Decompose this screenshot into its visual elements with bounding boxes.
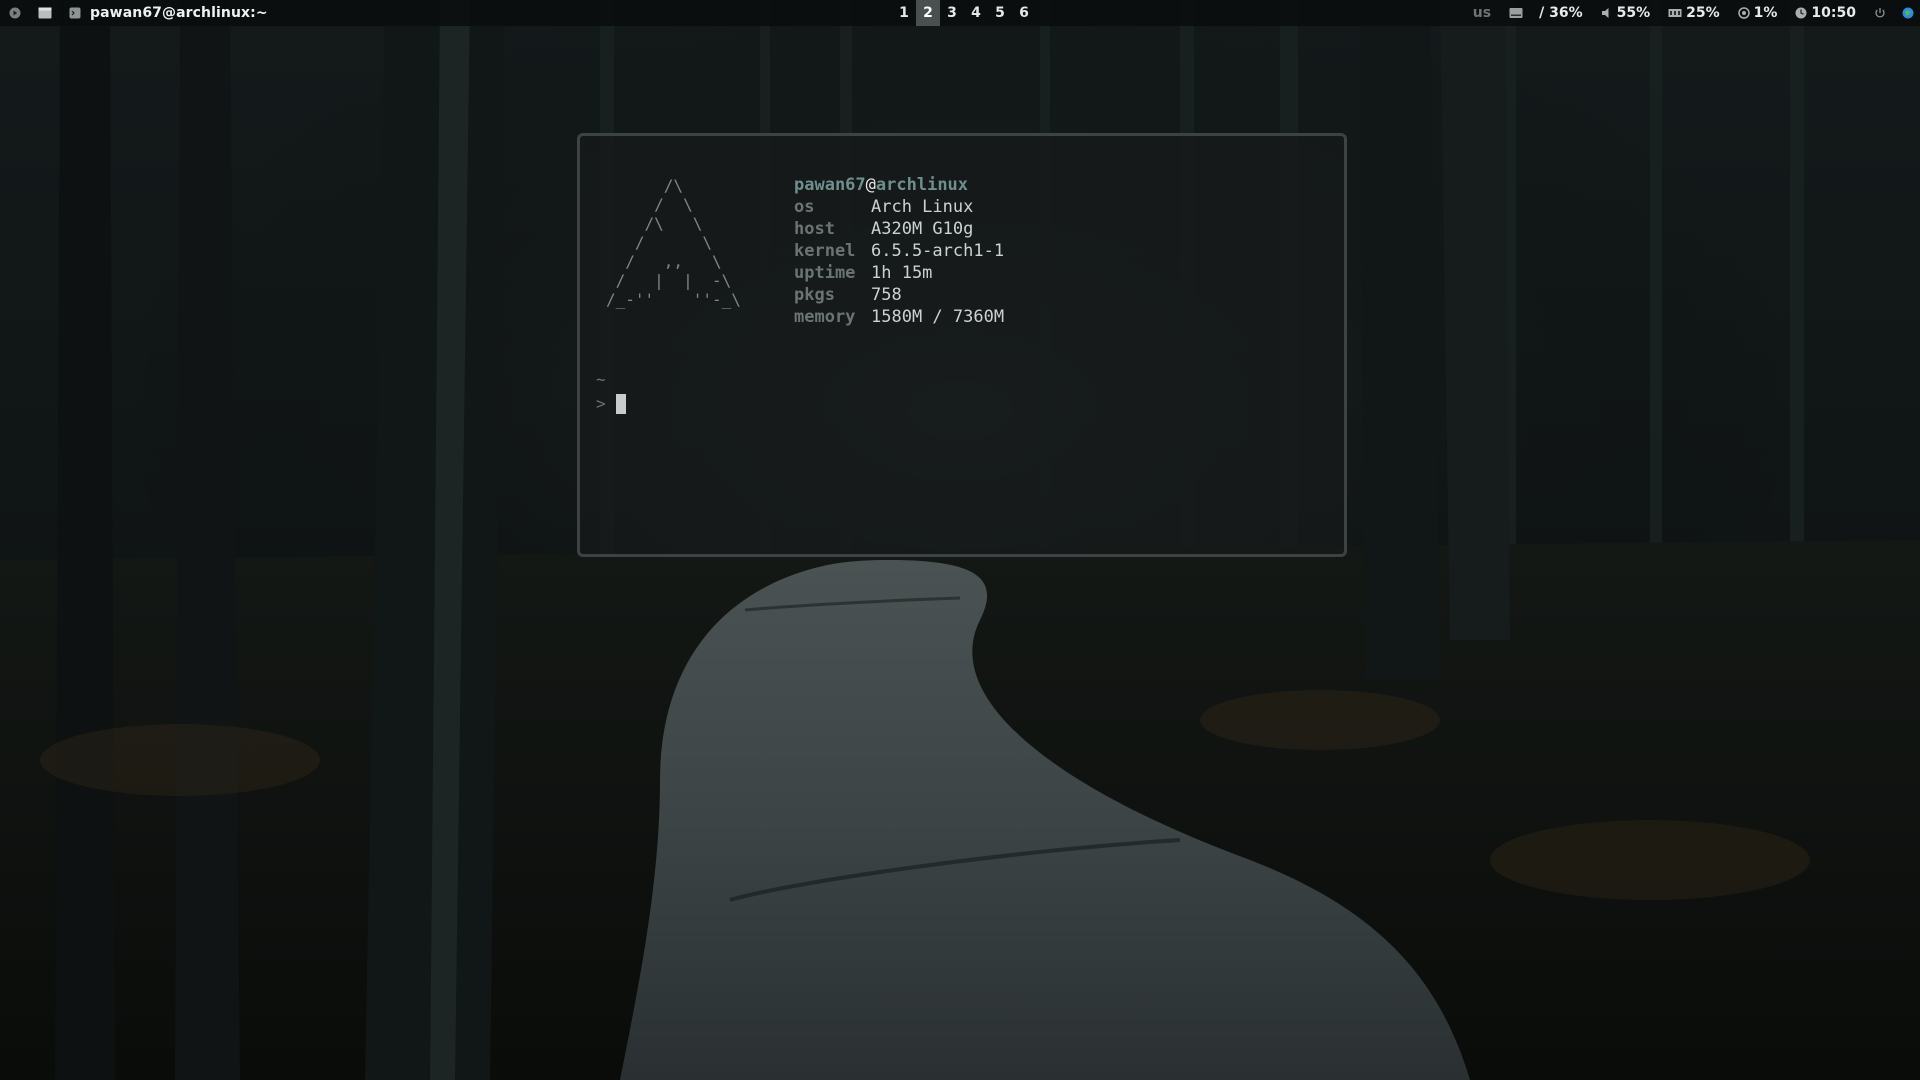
info-value: 1h 15m <box>871 263 933 283</box>
drive-icon <box>1509 7 1523 19</box>
keyboard-layout[interactable]: us <box>1473 5 1491 21</box>
workspace-5[interactable]: 5 <box>988 0 1012 26</box>
disk-module[interactable]: / 36% <box>1509 5 1583 21</box>
text-cursor <box>615 394 626 414</box>
workspace-2-active[interactable]: 2 <box>916 0 940 26</box>
terminal-window[interactable]: /\ / \ /\ \ / \ / ,, \ / | | -\ /_-'' ''… <box>577 133 1347 557</box>
prompt-symbol: > <box>596 394 606 413</box>
hostname: archlinux <box>875 175 969 195</box>
cpu-usage: 1% <box>1753 5 1778 21</box>
workspace-1[interactable]: 1 <box>892 0 916 26</box>
info-key: uptime <box>794 263 856 283</box>
info-value: A320M G10g <box>871 219 974 239</box>
power-icon <box>1874 7 1886 19</box>
workspace-4[interactable]: 4 <box>964 0 988 26</box>
info-value: 6.5.5-arch1-1 <box>871 241 1005 261</box>
clock-icon <box>1795 7 1807 19</box>
at-sign: @ <box>865 175 876 195</box>
info-key: kernel <box>794 241 856 261</box>
info-row-memory: memory 1580M / 7360M <box>794 306 1004 328</box>
info-row-uptime: uptime 1h 15m <box>794 262 1004 284</box>
info-row-host: host A320M G10g <box>794 218 1004 240</box>
disk-usage: / 36% <box>1539 5 1583 21</box>
memory-chip-icon <box>1668 7 1682 19</box>
memory-module[interactable]: 25% <box>1668 5 1720 21</box>
power-button[interactable] <box>1874 7 1890 19</box>
network-status[interactable] <box>1902 6 1914 20</box>
info-key: host <box>794 219 835 239</box>
command-prompt[interactable]: > <box>596 393 626 415</box>
info-value: Arch Linux <box>871 197 974 217</box>
prompt-directory: ~ <box>596 370 606 389</box>
power-menu-icon[interactable] <box>6 4 24 22</box>
active-window-title: pawan67@archlinux:~ <box>90 5 268 21</box>
info-key: os <box>794 197 815 217</box>
cpu-module[interactable]: 1% <box>1737 5 1778 21</box>
info-row-kernel: kernel 6.5.5-arch1-1 <box>794 240 1004 262</box>
user-host-line: pawan67@archlinux <box>794 174 1004 196</box>
memory-usage: 25% <box>1686 5 1720 21</box>
info-key: pkgs <box>794 285 835 305</box>
cpu-icon <box>1737 7 1750 19</box>
info-value: 1580M / 7360M <box>871 307 1005 327</box>
clock-time: 10:50 <box>1811 5 1856 21</box>
info-value: 758 <box>871 285 902 305</box>
terminal-app-icon <box>66 4 84 22</box>
workspace-3[interactable]: 3 <box>940 0 964 26</box>
system-info: pawan67@archlinux os Arch Linux host A320M… <box>794 174 1004 328</box>
network-globe-icon <box>1902 6 1914 20</box>
workspace-6[interactable]: 6 <box>1012 0 1036 26</box>
username: pawan67 <box>794 175 866 195</box>
info-row-os: os Arch Linux <box>794 196 1004 218</box>
info-row-pkgs: pkgs 758 <box>794 284 1004 306</box>
speaker-icon <box>1601 7 1613 19</box>
arch-linux-ascii-logo: /\ / \ /\ \ / \ / ,, \ / | | -\ /_-'' ''… <box>606 176 741 309</box>
window-layout-icon[interactable] <box>36 4 54 22</box>
desktop: pawan67@archlinux:~ 1 2 3 4 5 6 us / 36% <box>0 0 1920 1080</box>
top-panel: pawan67@archlinux:~ 1 2 3 4 5 6 us / 36% <box>0 0 1920 26</box>
clock-module[interactable]: 10:50 <box>1795 5 1856 21</box>
workspace-switcher: 1 2 3 4 5 6 <box>892 0 1036 26</box>
volume-level: 55% <box>1616 5 1651 21</box>
volume-module[interactable]: 55% <box>1601 5 1651 21</box>
info-key: memory <box>794 307 856 327</box>
